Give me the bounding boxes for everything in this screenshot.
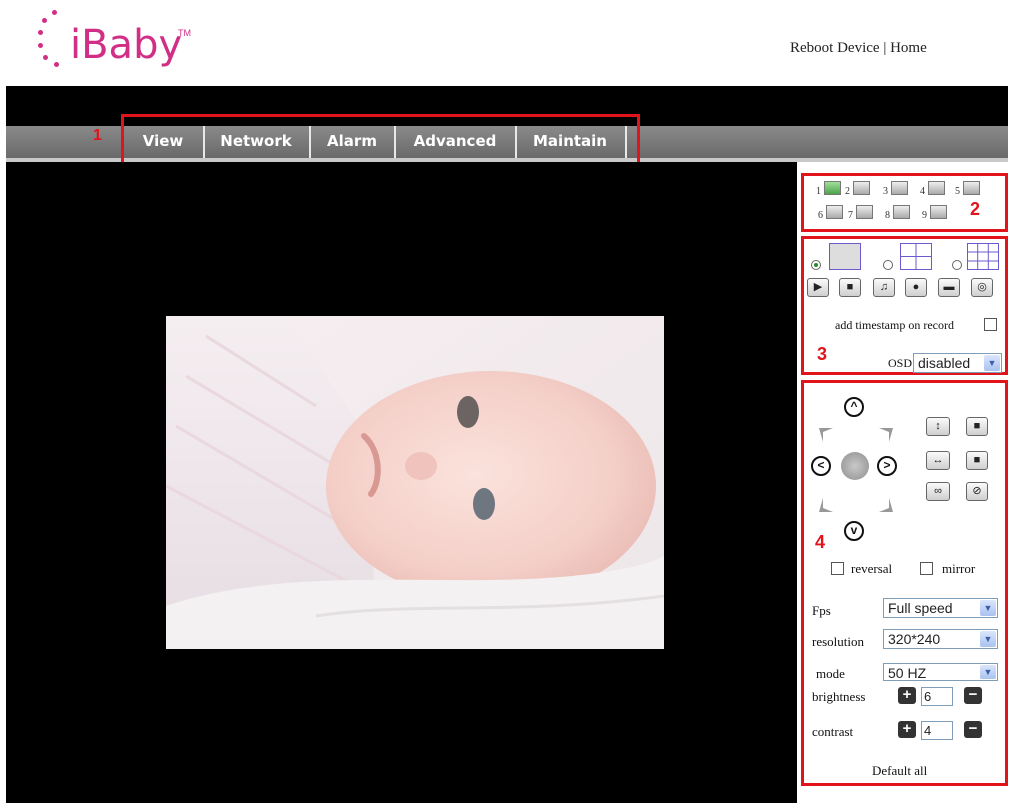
mode-label: mode bbox=[816, 666, 845, 681]
reversal-checkbox[interactable] bbox=[831, 562, 844, 575]
logo-text: iBaby bbox=[70, 22, 183, 68]
chevron-down-icon: ▼ bbox=[980, 665, 996, 679]
camera-6-button[interactable] bbox=[826, 205, 843, 219]
io-on-icon[interactable]: ∞ bbox=[926, 482, 950, 501]
layout-4-radio[interactable] bbox=[883, 260, 893, 270]
nine-grid-icon bbox=[967, 243, 999, 270]
contrast-label: contrast bbox=[812, 724, 854, 739]
listen-icon[interactable]: ♫ bbox=[873, 278, 895, 297]
quad-view-icon[interactable] bbox=[900, 243, 932, 270]
pan-down-icon[interactable]: v bbox=[844, 521, 864, 541]
camera-number: 1 bbox=[816, 186, 821, 197]
up-left-arrow-icon[interactable] bbox=[819, 428, 833, 442]
pan-up-icon[interactable]: ^ bbox=[844, 397, 864, 417]
brightness-label: brightness bbox=[812, 689, 866, 704]
snapshot-icon[interactable]: ◎ bbox=[971, 278, 993, 297]
contrast-input[interactable]: 4 bbox=[921, 721, 953, 740]
mode-select[interactable]: 50 HZ ▼ bbox=[883, 663, 998, 681]
home-link[interactable]: Home bbox=[890, 40, 927, 56]
link-separator: | bbox=[883, 40, 887, 56]
reversal-label: reversal bbox=[851, 561, 893, 576]
logo-dot bbox=[52, 10, 57, 15]
talk-icon[interactable]: ● bbox=[905, 278, 927, 297]
fps-label: Fps bbox=[812, 603, 831, 618]
camera-4-button[interactable] bbox=[928, 181, 945, 195]
camera-8-button[interactable] bbox=[893, 205, 910, 219]
camera-number: 6 bbox=[818, 210, 823, 221]
camera-number: 9 bbox=[922, 210, 927, 221]
camera-5-button[interactable] bbox=[963, 181, 980, 195]
chevron-down-icon: ▼ bbox=[980, 600, 996, 616]
osd-value: disabled bbox=[918, 355, 971, 371]
fps-value: Full speed bbox=[888, 600, 953, 616]
resolution-value: 320*240 bbox=[888, 631, 941, 647]
logo-dot bbox=[38, 30, 43, 35]
brightness-minus-button[interactable]: − bbox=[964, 687, 982, 704]
camera-7-button[interactable] bbox=[856, 205, 873, 219]
camera-3-button[interactable] bbox=[891, 181, 908, 195]
reboot-device-link[interactable]: Reboot Device bbox=[790, 40, 880, 56]
camera-9-button[interactable] bbox=[930, 205, 947, 219]
camera-number: 2 bbox=[845, 186, 850, 197]
logo-dot bbox=[42, 18, 47, 23]
camera-number: 7 bbox=[848, 210, 853, 221]
resolution-select[interactable]: 320*240 ▼ bbox=[883, 629, 998, 649]
radio-dot bbox=[814, 263, 818, 267]
camera-number: 8 bbox=[885, 210, 890, 221]
up-right-arrow-icon[interactable] bbox=[879, 428, 893, 442]
baby-video-feed bbox=[166, 316, 664, 649]
contrast-minus-button[interactable]: − bbox=[964, 721, 982, 738]
camera-number: 3 bbox=[883, 186, 888, 197]
logo-trademark: TM bbox=[178, 28, 191, 38]
mirror-checkbox[interactable] bbox=[920, 562, 933, 575]
stop-button[interactable]: ■ bbox=[839, 278, 861, 297]
single-view-icon[interactable] bbox=[829, 243, 861, 270]
mirror-label: mirror bbox=[942, 561, 976, 576]
baby-image bbox=[166, 316, 664, 649]
camera-number: 4 bbox=[920, 186, 925, 197]
camera-2-button[interactable] bbox=[853, 181, 870, 195]
marker-3: 3 bbox=[817, 344, 828, 364]
marker-4: 4 bbox=[815, 532, 826, 552]
osd-label: OSD bbox=[888, 356, 913, 370]
brightness-plus-button[interactable]: + bbox=[898, 687, 916, 704]
logo-dot bbox=[43, 55, 48, 60]
stop-horizontal-icon[interactable]: ■ bbox=[966, 451, 988, 470]
io-off-icon[interactable]: ⊘ bbox=[966, 482, 988, 501]
camera-1-button[interactable] bbox=[824, 181, 841, 195]
fps-select[interactable]: Full speed ▼ bbox=[883, 598, 998, 618]
resolution-label: resolution bbox=[812, 634, 864, 649]
layout-1-radio[interactable] bbox=[811, 260, 821, 270]
quad-grid-icon bbox=[900, 243, 932, 270]
chevron-down-icon: ▼ bbox=[980, 631, 996, 647]
timestamp-label: add timestamp on record bbox=[835, 318, 954, 332]
down-right-arrow-icon[interactable] bbox=[879, 498, 893, 512]
chevron-down-icon: ▼ bbox=[984, 355, 1000, 371]
layout-9-radio[interactable] bbox=[952, 260, 962, 270]
mode-value: 50 HZ bbox=[888, 665, 927, 681]
record-icon[interactable]: ▬ bbox=[938, 278, 960, 297]
nine-view-icon[interactable] bbox=[967, 243, 999, 270]
top-links: Reboot Device | Home bbox=[790, 40, 927, 57]
stop-vertical-icon[interactable]: ■ bbox=[966, 417, 988, 436]
contrast-plus-button[interactable]: + bbox=[898, 721, 916, 738]
play-button[interactable]: ▶ bbox=[807, 278, 829, 297]
diagonal-arrows bbox=[819, 428, 893, 512]
logo-dot bbox=[54, 62, 59, 67]
marker-1: 1 bbox=[93, 127, 102, 144]
vertical-patrol-icon[interactable]: ↕ bbox=[926, 417, 950, 436]
down-left-arrow-icon[interactable] bbox=[819, 498, 833, 512]
horizontal-patrol-icon[interactable]: ↔ bbox=[926, 451, 950, 470]
logo-dot bbox=[38, 43, 43, 48]
camera-number: 5 bbox=[955, 186, 960, 197]
marker-2: 2 bbox=[970, 199, 981, 219]
brightness-input[interactable]: 6 bbox=[921, 687, 953, 706]
timestamp-checkbox[interactable] bbox=[984, 318, 997, 331]
default-all-button[interactable]: Default all bbox=[872, 763, 927, 779]
osd-select[interactable]: disabled ▼ bbox=[913, 353, 1002, 373]
